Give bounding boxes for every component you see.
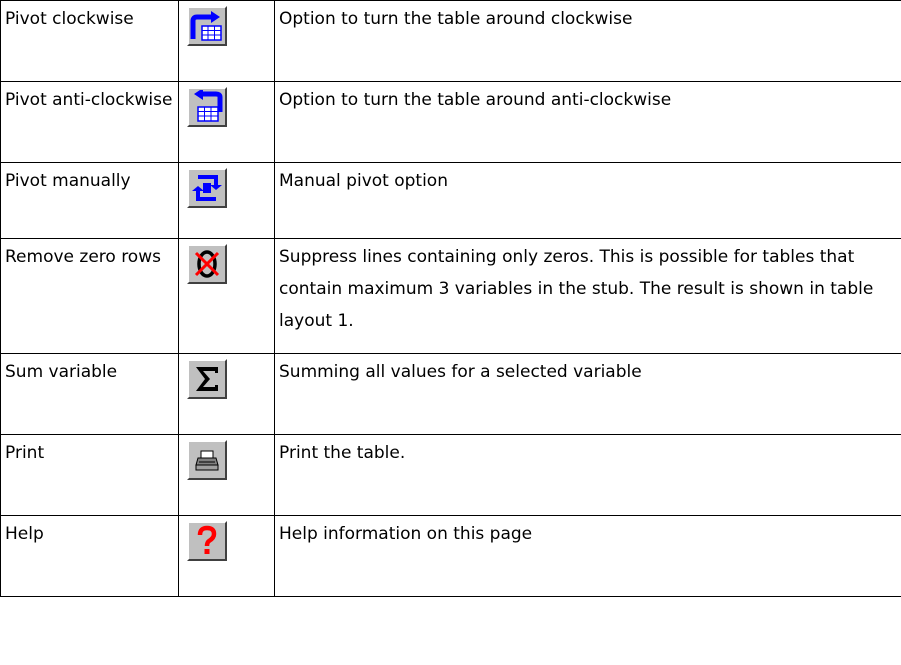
tool-name: Print (0, 434, 179, 516)
table-row: Help Help information on this page (0, 515, 901, 597)
tool-description: Option to turn the table around clockwis… (274, 0, 901, 82)
tool-name: Remove zero rows (0, 238, 179, 354)
tool-description: Option to turn the table around anti-clo… (274, 81, 901, 163)
pivot-manual-icon[interactable] (187, 168, 227, 208)
tool-description: Summing all values for a selected variab… (274, 353, 901, 435)
printer-icon[interactable] (187, 440, 227, 480)
pivot-anticlockwise-icon[interactable] (187, 87, 227, 127)
sigma-icon[interactable] (187, 359, 227, 399)
tool-description: Help information on this page (274, 515, 901, 597)
table-row: Sum variable Summing all values for a se… (0, 353, 901, 435)
tool-name: Sum variable (0, 353, 179, 435)
table-row: Pivot clockwise Option to turn the table… (0, 0, 901, 82)
table-row: Pivot anti-clockwise Option to turn the … (0, 81, 901, 163)
tool-description: Manual pivot option (274, 162, 901, 239)
tool-name: Pivot clockwise (0, 0, 179, 82)
table-row: Remove zero rows Suppress lines containi… (0, 238, 901, 354)
tool-description: Suppress lines containing only zeros. Th… (274, 238, 901, 354)
tool-name: Pivot anti-clockwise (0, 81, 179, 163)
pivot-clockwise-icon[interactable] (187, 6, 227, 46)
table-row: Pivot manually Manual pivot option (0, 162, 901, 239)
toolbar-reference-table: Pivot clockwise Option to turn the table… (0, 0, 901, 597)
remove-zero-rows-icon[interactable] (187, 244, 227, 284)
table-row: Print Print the table. (0, 434, 901, 516)
tool-description: Print the table. (274, 434, 901, 516)
question-mark-icon[interactable] (187, 521, 227, 561)
tool-name: Pivot manually (0, 162, 179, 239)
tool-name: Help (0, 515, 179, 597)
